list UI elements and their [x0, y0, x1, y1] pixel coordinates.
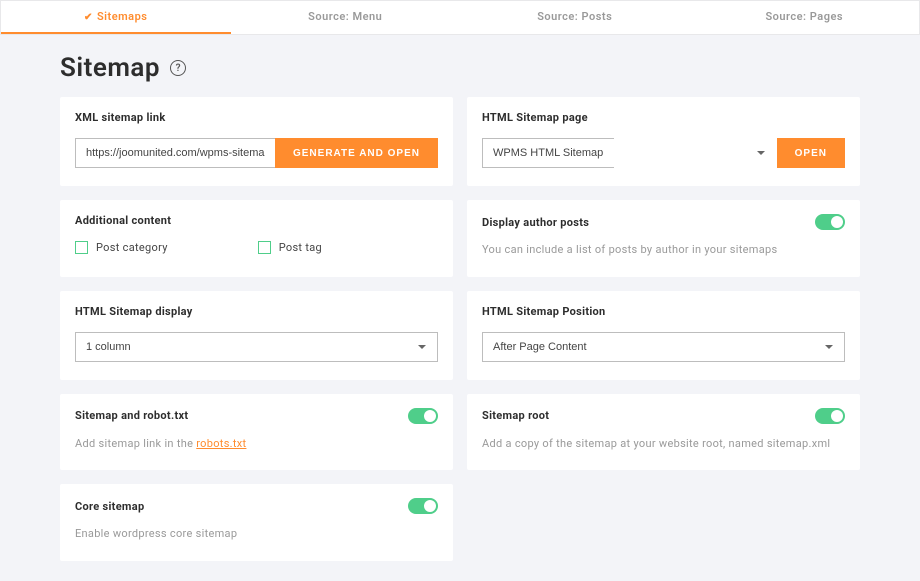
core-desc: Enable wordpress core sitemap	[75, 526, 438, 543]
tab-source-pages[interactable]: Source: Pages	[690, 1, 920, 34]
html-display-select[interactable]: 1 column	[75, 332, 438, 362]
tab-label: Sitemaps	[97, 10, 148, 23]
xml-label: XML sitemap link	[75, 111, 438, 124]
checkbox-icon	[75, 241, 88, 254]
checkbox-icon	[258, 241, 271, 254]
post-category-checkbox[interactable]: Post category	[75, 241, 168, 254]
tab-source-posts[interactable]: Source: Posts	[460, 1, 690, 34]
html-position-card: HTML Sitemap Position After Page Content	[467, 291, 860, 380]
html-page-label: HTML Sitemap page	[482, 111, 845, 124]
core-sitemap-card: Core sitemap Enable wordpress core sitem…	[60, 484, 453, 561]
html-position-select[interactable]: After Page Content	[482, 332, 845, 362]
robots-card: Sitemap and robot.txt Add sitemap link i…	[60, 394, 453, 471]
open-button[interactable]: OPEN	[777, 138, 845, 168]
checkbox-label: Post tag	[279, 241, 322, 254]
robots-link[interactable]: robots.txt	[196, 437, 246, 450]
author-label: Display author posts	[482, 216, 589, 229]
xml-sitemap-card: XML sitemap link GENERATE AND OPEN	[60, 97, 453, 186]
page-title-text: Sitemap	[60, 53, 160, 83]
robots-desc-text: Add sitemap link in the	[75, 437, 196, 450]
tabs-bar: ✔ Sitemaps Source: Menu Source: Posts Sou…	[0, 0, 920, 35]
author-desc: You can include a list of posts by autho…	[482, 242, 845, 259]
xml-sitemap-input[interactable]	[75, 138, 275, 168]
generate-open-button[interactable]: GENERATE AND OPEN	[275, 138, 438, 168]
core-label: Core sitemap	[75, 500, 144, 513]
html-display-card: HTML Sitemap display 1 column	[60, 291, 453, 380]
root-toggle[interactable]	[815, 408, 845, 424]
help-icon[interactable]: ?	[170, 60, 186, 76]
tab-source-menu[interactable]: Source: Menu	[231, 1, 461, 34]
core-toggle[interactable]	[408, 498, 438, 514]
root-desc: Add a copy of the sitemap at your websit…	[482, 436, 845, 453]
robots-toggle[interactable]	[408, 408, 438, 424]
page-title: Sitemap ?	[0, 35, 920, 97]
additional-content-card: Additional content Post category Post ta…	[60, 200, 453, 277]
settings-grid: XML sitemap link GENERATE AND OPEN HTML …	[0, 97, 920, 581]
root-label: Sitemap root	[482, 409, 549, 422]
sitemap-root-card: Sitemap root Add a copy of the sitemap a…	[467, 394, 860, 471]
check-icon: ✔	[84, 12, 93, 23]
html-sitemap-select[interactable]: WPMS HTML Sitemap	[482, 138, 614, 168]
display-author-card: Display author posts You can include a l…	[467, 200, 860, 277]
position-label: HTML Sitemap Position	[482, 305, 845, 318]
tab-sitemaps[interactable]: ✔ Sitemaps	[1, 1, 231, 34]
checkbox-label: Post category	[96, 241, 168, 254]
html-sitemap-page-card: HTML Sitemap page WPMS HTML Sitemap OPEN	[467, 97, 860, 186]
post-tag-checkbox[interactable]: Post tag	[258, 241, 322, 254]
display-label: HTML Sitemap display	[75, 305, 438, 318]
robots-label: Sitemap and robot.txt	[75, 409, 188, 422]
robots-desc: Add sitemap link in the robots.txt	[75, 436, 438, 453]
author-toggle[interactable]	[815, 214, 845, 230]
additional-label: Additional content	[75, 214, 438, 227]
